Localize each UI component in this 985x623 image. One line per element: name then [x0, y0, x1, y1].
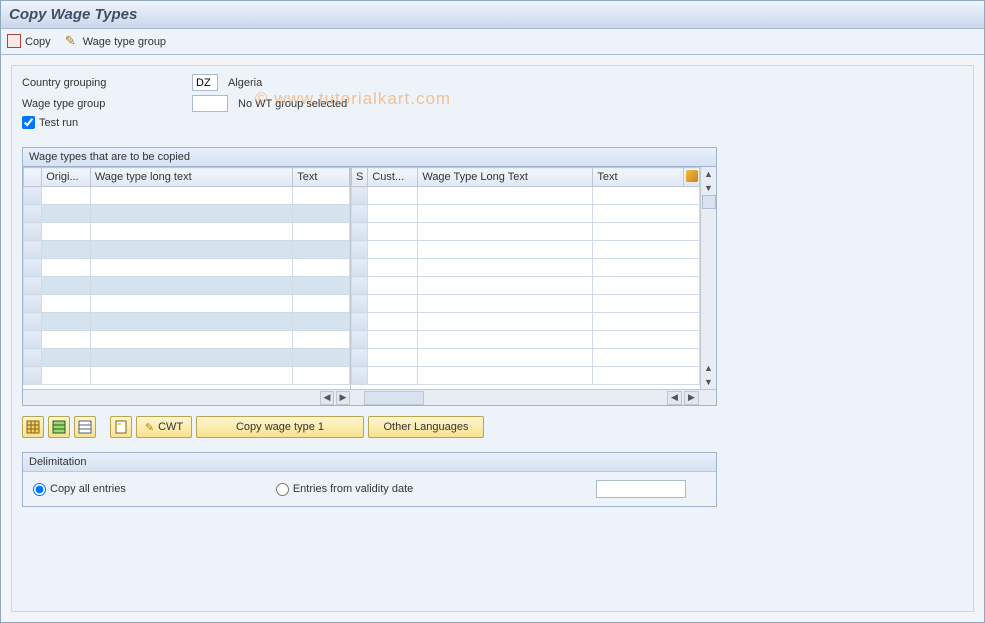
table-row[interactable] — [24, 241, 350, 259]
toolbar: Copy Wage type group — [1, 29, 984, 55]
scroll-up2-icon[interactable]: ▲ — [702, 361, 716, 375]
page-title: Copy Wage Types — [9, 6, 137, 23]
window-title-bar: Copy Wage Types — [1, 1, 984, 29]
hscroll-track[interactable] — [364, 391, 424, 405]
hscroll-left-next[interactable]: ▶ — [336, 391, 350, 405]
table-row[interactable] — [352, 259, 700, 277]
wage-type-group-label-field: Wage type group — [22, 98, 192, 110]
test-run-label: Test run — [39, 117, 78, 129]
validity-date-input[interactable] — [596, 480, 686, 498]
cwt-label: CWT — [158, 421, 183, 433]
col-text-right[interactable]: Text — [593, 168, 684, 187]
doc-icon — [114, 420, 128, 434]
table-row[interactable] — [352, 241, 700, 259]
table-row[interactable] — [24, 295, 350, 313]
copy-wage-type-button[interactable]: Copy wage type 1 — [196, 416, 364, 438]
wage-types-left-grid[interactable]: Origi... Wage type long text Text — [23, 167, 350, 385]
copy-all-radio[interactable] — [33, 483, 46, 496]
other-languages-button[interactable]: Other Languages — [368, 416, 484, 438]
table-row[interactable] — [352, 187, 700, 205]
wage-type-group-input[interactable] — [192, 95, 228, 112]
wage-type-group-button[interactable]: Wage type group — [65, 35, 166, 49]
table-settings-button[interactable] — [684, 168, 700, 187]
grid-plain-icon — [78, 420, 92, 434]
hscroll-right-prev[interactable]: ◀ — [667, 391, 682, 405]
entries-from-radio[interactable] — [276, 483, 289, 496]
select-block-button[interactable] — [48, 416, 70, 438]
hscroll-left-prev[interactable]: ◀ — [320, 391, 334, 405]
country-grouping-label: Country grouping — [22, 77, 192, 89]
table-row[interactable] — [24, 277, 350, 295]
entries-from-label: Entries from validity date — [293, 483, 413, 495]
grid-green-icon — [52, 420, 66, 434]
scroll-down2-icon[interactable]: ▼ — [702, 375, 716, 389]
table-row[interactable] — [24, 223, 350, 241]
col-cust[interactable]: Cust... — [368, 168, 418, 187]
copy-icon — [9, 36, 21, 48]
col-origin[interactable]: Origi... — [42, 168, 91, 187]
scroll-thumb[interactable] — [702, 195, 716, 209]
deselect-all-button[interactable] — [74, 416, 96, 438]
other-languages-label: Other Languages — [383, 421, 468, 433]
col-longtext-right[interactable]: Wage Type Long Text — [418, 168, 593, 187]
test-run-checkbox[interactable] — [22, 116, 35, 129]
display-button[interactable] — [110, 416, 132, 438]
select-all-button[interactable] — [22, 416, 44, 438]
copy-button[interactable]: Copy — [9, 36, 51, 48]
scroll-down-icon[interactable]: ▼ — [702, 181, 716, 195]
pencil-icon — [65, 35, 79, 49]
table-row[interactable] — [352, 367, 700, 385]
hscroll-right-next[interactable]: ▶ — [684, 391, 699, 405]
country-grouping-text: Algeria — [228, 77, 262, 89]
wage-group-label: Wage type group — [83, 36, 166, 48]
table-row[interactable] — [352, 331, 700, 349]
col-s[interactable]: S — [352, 168, 368, 187]
wage-types-right-grid[interactable]: S Cust... Wage Type Long Text Text — [351, 167, 700, 385]
table-row[interactable] — [352, 295, 700, 313]
copy-wage-type-label: Copy wage type 1 — [236, 421, 324, 433]
pencil-icon: ✎ — [145, 421, 154, 434]
copy-label: Copy — [25, 36, 51, 48]
table-row[interactable] — [24, 187, 350, 205]
table-row[interactable] — [24, 331, 350, 349]
table-row[interactable] — [352, 277, 700, 295]
table-row[interactable] — [24, 313, 350, 331]
gear-icon — [686, 170, 698, 182]
table-row[interactable] — [24, 349, 350, 367]
table-row[interactable] — [24, 205, 350, 223]
wage-type-group-text: No WT group selected — [238, 98, 347, 110]
table-title: Wage types that are to be copied — [22, 147, 717, 166]
table-row[interactable] — [352, 223, 700, 241]
delimitation-title: Delimitation — [23, 453, 716, 472]
table-row[interactable] — [352, 205, 700, 223]
scroll-up-icon[interactable]: ▲ — [702, 167, 716, 181]
table-row[interactable] — [24, 259, 350, 277]
table-row[interactable] — [352, 313, 700, 331]
col-longtext-left[interactable]: Wage type long text — [90, 168, 292, 187]
copy-all-label: Copy all entries — [50, 483, 126, 495]
vertical-scrollbar[interactable]: ▲ ▼ ▲ ▼ — [700, 167, 716, 389]
table-row[interactable] — [352, 349, 700, 367]
col-text-left[interactable]: Text — [293, 168, 350, 187]
cwt-button[interactable]: ✎ CWT — [136, 416, 192, 438]
country-grouping-input[interactable] — [192, 74, 218, 91]
grid-yellow-icon — [26, 420, 40, 434]
table-row[interactable] — [24, 367, 350, 385]
